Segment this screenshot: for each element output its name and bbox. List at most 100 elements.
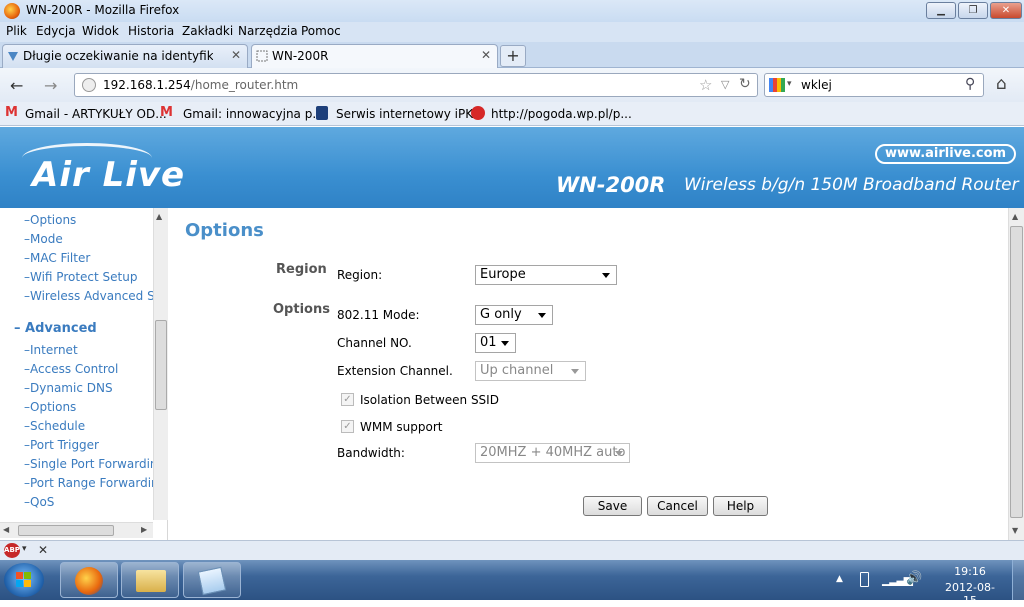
clock[interactable]: 19:16 2012-08-15 bbox=[940, 565, 1000, 607]
extension-channel-select[interactable]: Up channel bbox=[475, 361, 586, 381]
clock-date: 2012-08-15 bbox=[945, 581, 995, 607]
region-section-label: Region bbox=[276, 262, 327, 277]
tab-favicon-icon bbox=[7, 50, 19, 62]
wmm-checkbox[interactable]: ✓ bbox=[341, 420, 354, 433]
window-titlebar: WN-200R - Mozilla Firefox ▁ ❐ ✕ bbox=[0, 0, 1024, 22]
volume-icon[interactable]: 🔊 bbox=[906, 571, 922, 586]
google-icon[interactable] bbox=[769, 78, 785, 92]
tab-identyfikacja[interactable]: Długie oczekiwanie na identyfikacje si..… bbox=[2, 44, 248, 68]
bandwidth-label: Bandwidth: bbox=[337, 446, 405, 460]
tab-label: WN-200R bbox=[272, 49, 329, 63]
bookmark-gmail-innowacyjna[interactable]: Gmail: innowacyjna p... bbox=[183, 107, 324, 121]
cancel-button[interactable]: Cancel bbox=[647, 496, 708, 516]
sidebar-item-access-control[interactable]: –Access Control bbox=[24, 362, 118, 376]
extension-channel-label: Extension Channel. bbox=[337, 364, 453, 378]
menu-edycja[interactable]: Edycja bbox=[36, 24, 76, 38]
chevron-down-icon bbox=[571, 369, 579, 374]
sidebar-item-wireless-options[interactable]: –Options bbox=[24, 213, 76, 227]
sidebar-group-advanced[interactable]: – Advanced bbox=[14, 321, 97, 336]
sidebar-hscroll-thumb[interactable] bbox=[18, 525, 114, 536]
home-icon[interactable]: ⌂ bbox=[996, 74, 1007, 94]
sidebar-item-wireless-advanced[interactable]: –Wireless Advanced Se bbox=[24, 289, 162, 303]
bandwidth-select[interactable]: 20MHZ + 40MHZ auto bbox=[475, 443, 630, 463]
help-button[interactable]: Help bbox=[713, 496, 768, 516]
search-input[interactable]: wklej bbox=[801, 78, 832, 92]
search-box[interactable]: ▾ wklej ⚲ bbox=[764, 73, 984, 97]
sidebar-item-wps[interactable]: –Wifi Protect Setup bbox=[24, 270, 137, 284]
bookmark-gmail-artykuly[interactable]: Gmail - ARTYKUŁY OD... bbox=[25, 107, 167, 121]
adblock-icon[interactable]: ABP bbox=[4, 543, 20, 558]
region-select[interactable]: Europe bbox=[475, 265, 617, 285]
tray-expand-icon[interactable]: ▲ bbox=[836, 574, 843, 584]
save-button[interactable]: Save bbox=[583, 496, 642, 516]
sidebar-item-advanced-options[interactable]: –Options bbox=[24, 400, 76, 414]
reload-icon[interactable]: ↻ bbox=[739, 76, 751, 92]
taskbar-notepad[interactable] bbox=[183, 562, 241, 598]
sidebar-item-port-range-forwarding[interactable]: –Port Range Forwardin bbox=[24, 476, 159, 490]
page-title: Options bbox=[185, 220, 264, 241]
menu-plik[interactable]: Plik bbox=[6, 24, 27, 38]
minimize-button[interactable]: ▁ bbox=[926, 2, 956, 19]
bookmark-star-icon[interactable]: ☆ bbox=[699, 76, 712, 94]
sidebar-item-qos[interactable]: –QoS bbox=[24, 495, 54, 509]
firefox-icon bbox=[4, 3, 20, 19]
tab-close-icon[interactable]: ✕ bbox=[231, 48, 241, 62]
sidebar-vertical-scrollbar[interactable]: ▲ bbox=[153, 208, 168, 520]
menu-zakladki[interactable]: Zakładki bbox=[182, 24, 233, 38]
adblock-dropdown-icon[interactable]: ▾ bbox=[22, 544, 27, 554]
sidebar-item-internet[interactable]: –Internet bbox=[24, 343, 78, 357]
content-scroll-thumb[interactable] bbox=[1010, 226, 1023, 518]
content-vertical-scrollbar[interactable]: ▲ ▼ bbox=[1008, 208, 1024, 540]
sidebar-scroll-thumb[interactable] bbox=[155, 320, 167, 410]
menu-pomoc[interactable]: Pomoc bbox=[301, 24, 341, 38]
forward-button[interactable]: → bbox=[44, 76, 57, 95]
engine-dropdown-icon[interactable]: ▾ bbox=[787, 79, 792, 89]
sidebar-horizontal-scrollbar[interactable]: ◀ ▶ bbox=[0, 522, 153, 538]
chevron-down-icon bbox=[501, 341, 509, 346]
router-banner: Air Live www.airlive.com WN-200R Wireles… bbox=[0, 127, 1024, 208]
window-title: WN-200R - Mozilla Firefox bbox=[26, 3, 180, 17]
sidebar-item-mode[interactable]: –Mode bbox=[24, 232, 63, 246]
chevron-down-icon bbox=[602, 273, 610, 278]
search-icon[interactable]: ⚲ bbox=[965, 76, 975, 92]
battery-icon[interactable] bbox=[860, 572, 869, 587]
taskbar-firefox[interactable] bbox=[60, 562, 118, 598]
taskbar-explorer[interactable] bbox=[121, 562, 179, 598]
sidebar-item-schedule[interactable]: –Schedule bbox=[24, 419, 85, 433]
close-button[interactable]: ✕ bbox=[990, 2, 1022, 19]
windows-taskbar: ▲ ▁▂▃▅ 🔊 19:16 2012-08-15 bbox=[0, 560, 1024, 607]
menu-historia[interactable]: Historia bbox=[128, 24, 174, 38]
options-panel: Options bbox=[170, 208, 1008, 540]
wp-icon bbox=[471, 106, 485, 120]
gmail-icon: M bbox=[5, 105, 18, 120]
sidebar-item-dynamic-dns[interactable]: –Dynamic DNS bbox=[24, 381, 113, 395]
dropdown-icon[interactable]: ▽ bbox=[721, 78, 729, 91]
browser-status-bar: ABP ▾ ✕ bbox=[0, 540, 1024, 560]
chevron-down-icon bbox=[615, 451, 623, 456]
url-text: 192.168.1.254/home_router.htm bbox=[103, 78, 299, 92]
new-tab-button[interactable]: + bbox=[500, 45, 526, 67]
bookmark-ipko[interactable]: Serwis internetowy iPKO bbox=[336, 107, 482, 121]
folder-icon bbox=[136, 570, 166, 592]
start-button[interactable] bbox=[4, 563, 44, 597]
mode-select[interactable]: G only bbox=[475, 305, 553, 325]
show-desktop-button[interactable] bbox=[1012, 560, 1024, 600]
sidebar-item-mac-filter[interactable]: –MAC Filter bbox=[24, 251, 90, 265]
menu-widok[interactable]: Widok bbox=[82, 24, 119, 38]
bookmark-pogoda[interactable]: http://pogoda.wp.pl/p... bbox=[491, 107, 632, 121]
address-bar[interactable]: 192.168.1.254/home_router.htm ☆ ▽ ↻ bbox=[74, 73, 758, 97]
close-addon-bar-icon[interactable]: ✕ bbox=[38, 543, 48, 557]
menu-bar: Plik Edycja Widok Historia Zakładki Narz… bbox=[0, 22, 1024, 42]
site-badge: www.airlive.com bbox=[875, 144, 1017, 164]
channel-select[interactable]: 01 bbox=[475, 333, 516, 353]
sidebar-item-port-trigger[interactable]: –Port Trigger bbox=[24, 438, 99, 452]
menu-narzedzia[interactable]: Narzędzia bbox=[238, 24, 298, 38]
tab-close-icon[interactable]: ✕ bbox=[481, 48, 491, 62]
sidebar-item-single-port-forwarding[interactable]: –Single Port Forwarding bbox=[24, 457, 165, 471]
isolation-checkbox[interactable]: ✓ bbox=[341, 393, 354, 406]
maximize-button[interactable]: ❐ bbox=[958, 2, 988, 19]
isolation-label: Isolation Between SSID bbox=[360, 393, 499, 407]
tab-wn200r[interactable]: WN-200R ✕ bbox=[251, 44, 498, 68]
chevron-down-icon bbox=[538, 313, 546, 318]
back-button[interactable]: ← bbox=[10, 76, 23, 95]
